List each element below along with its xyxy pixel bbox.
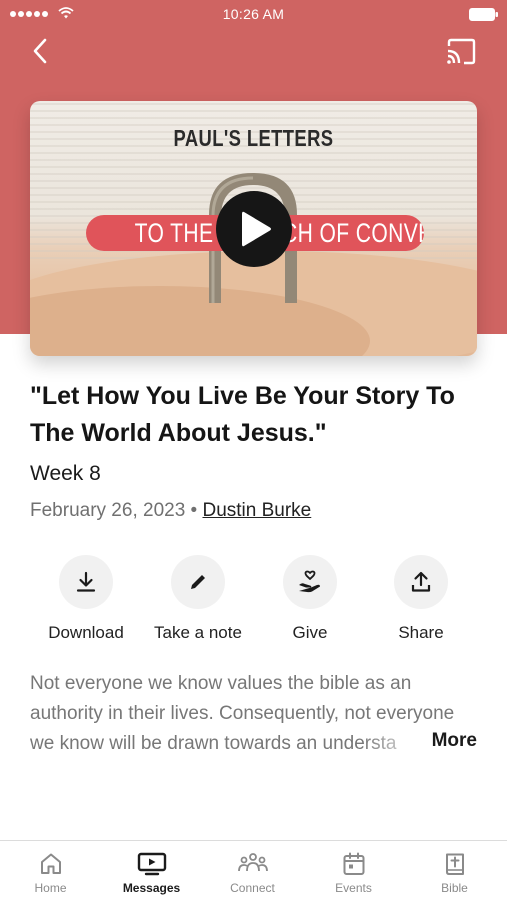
take-note-button[interactable]: Take a note xyxy=(143,555,253,643)
chevron-left-icon xyxy=(33,38,47,64)
give-icon xyxy=(283,555,337,609)
messages-tv-icon xyxy=(137,852,166,876)
calendar-icon xyxy=(343,852,364,875)
share-button[interactable]: Share xyxy=(366,555,476,643)
download-button[interactable]: Download xyxy=(31,555,141,643)
give-label: Give xyxy=(292,623,328,642)
cast-icon xyxy=(447,38,476,65)
home-icon xyxy=(40,853,61,874)
week-label: Week 8 xyxy=(30,462,101,485)
meta-separator: • xyxy=(190,500,198,521)
cast-button[interactable] xyxy=(445,38,477,66)
download-label: Download xyxy=(48,623,124,642)
message-meta: February 26, 2023 • Dustin Burke xyxy=(30,500,311,522)
tab-home[interactable]: Home xyxy=(0,841,101,901)
tab-bible[interactable]: Bible xyxy=(404,841,505,901)
share-icon xyxy=(394,555,448,609)
status-time: 10:26 AM xyxy=(222,6,285,22)
tab-bible-label: Bible xyxy=(441,881,468,895)
message-date: February 26, 2023 xyxy=(30,500,186,521)
back-button[interactable] xyxy=(26,36,56,66)
tab-messages[interactable]: Messages xyxy=(101,841,202,901)
share-label: Share xyxy=(398,623,444,642)
battery-icon xyxy=(469,8,498,21)
pencil-icon xyxy=(171,555,225,609)
tab-messages-label: Messages xyxy=(122,881,181,895)
message-title: "Let How You Live Be Your Story To The W… xyxy=(30,382,455,447)
tab-events[interactable]: Events xyxy=(303,841,404,901)
play-icon xyxy=(242,211,271,247)
tab-bar: Home Messages Connect Events Bible xyxy=(0,840,507,901)
more-link[interactable]: More xyxy=(427,730,477,752)
give-button[interactable]: Give xyxy=(255,555,365,643)
message-description: Not everyone we know values the bible as… xyxy=(30,669,482,759)
tab-connect[interactable]: Connect xyxy=(202,841,303,901)
series-title: PAUL'S LETTERS xyxy=(173,125,334,151)
bible-icon xyxy=(445,853,464,875)
tab-events-label: Events xyxy=(335,881,372,895)
tab-connect-label: Connect xyxy=(230,881,275,895)
take-note-label: Take a note xyxy=(154,623,242,642)
people-icon xyxy=(237,853,268,872)
download-icon xyxy=(59,555,113,609)
sermon-artwork: PAUL'S LETTERS TO THE CHURCH OF CONVERGE xyxy=(30,101,477,356)
tab-home-label: Home xyxy=(34,881,67,895)
speaker-link[interactable]: Dustin Burke xyxy=(202,500,311,521)
status-bar: 10:26 AM xyxy=(0,0,507,28)
play-button[interactable] xyxy=(216,191,292,267)
